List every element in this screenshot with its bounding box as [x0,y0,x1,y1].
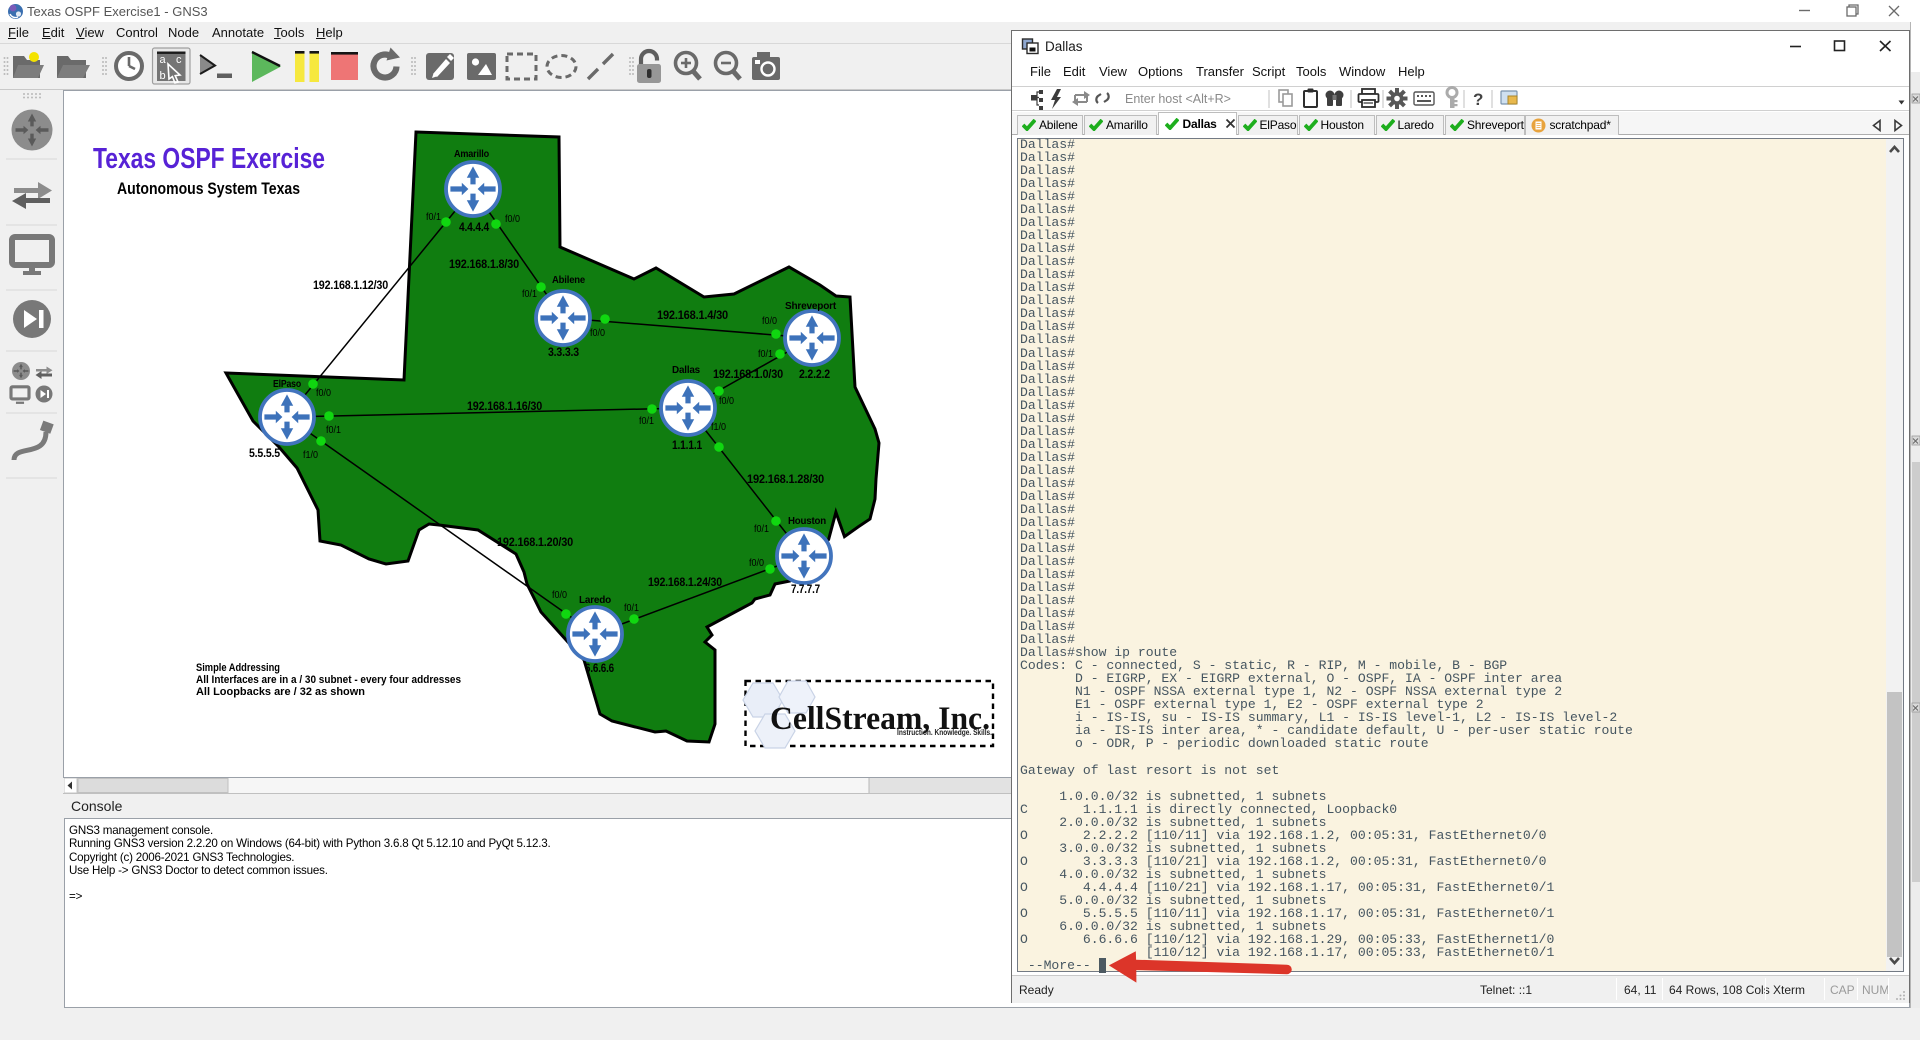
svg-text:b: b [160,70,166,82]
svg-text:a: a [160,54,167,66]
svg-text:f0/0: f0/0 [552,590,567,601]
svg-text:7.7.7.7: 7.7.7.7 [791,584,820,596]
svg-text:2.2.2.2: 2.2.2.2 [799,369,830,381]
svg-text:Shreveport: Shreveport [785,300,837,312]
svg-text:192.168.1.28/30: 192.168.1.28/30 [747,474,824,486]
svg-text:ElPaso: ElPaso [273,378,301,390]
svg-text:192.168.1.16/30: 192.168.1.16/30 [467,401,542,413]
svg-text:f0/0: f0/0 [719,396,734,407]
svg-text:192.168.1.24/30: 192.168.1.24/30 [648,577,722,589]
svg-text:Abilene: Abilene [552,274,585,286]
svg-text:Texas OSPF Exercise: Texas OSPF Exercise [93,143,325,175]
svg-text:192.168.1.20/30: 192.168.1.20/30 [497,537,573,549]
svg-text:f0/1: f0/1 [758,349,773,360]
svg-text:192.168.1.0/30: 192.168.1.0/30 [713,369,783,381]
svg-text:f0/0: f0/0 [590,328,605,339]
svg-text:1.1.1.1: 1.1.1.1 [672,440,703,452]
svg-text:?: ? [1473,90,1483,109]
svg-text:Amarillo: Amarillo [454,148,489,160]
svg-text:c: c [176,54,182,66]
svg-text:192.168.1.4/30: 192.168.1.4/30 [657,310,728,322]
svg-text:f0/1: f0/1 [754,524,769,535]
svg-text:6.6.6.6: 6.6.6.6 [585,663,614,675]
svg-text:Simple Addressing: Simple Addressing [196,662,280,674]
svg-text:f0/1: f0/1 [426,212,441,223]
svg-text:f1/0: f1/0 [711,422,726,433]
svg-text:f0/1: f0/1 [522,289,537,300]
svg-text:Laredo: Laredo [579,594,611,606]
svg-text:f0/0: f0/0 [762,316,777,327]
svg-text:Dallas: Dallas [1045,39,1083,54]
svg-text:Houston: Houston [788,515,826,527]
svg-text:f0/0: f0/0 [749,558,764,569]
svg-text:All Loopbacks are / 32 as show: All Loopbacks are / 32 as shown [196,686,365,698]
svg-text:f1/0: f1/0 [303,450,318,461]
svg-text:f0/0: f0/0 [505,214,520,225]
svg-text:f0/1: f0/1 [639,416,654,427]
svg-text:4.4.4.4: 4.4.4.4 [459,222,490,234]
svg-text:3.3.3.3: 3.3.3.3 [548,347,579,359]
svg-text:All Interfaces are in a / 30 s: All Interfaces are in a / 30 subnet - ev… [196,674,461,686]
svg-text:Instruction. Knowledge. Skil: Instruction. Knowledge. Skills. [897,728,992,737]
svg-text:5.5.5.5: 5.5.5.5 [249,448,281,460]
svg-text:f0/0: f0/0 [316,388,331,399]
svg-text:192.168.1.12/30: 192.168.1.12/30 [313,280,388,292]
svg-text:f0/1: f0/1 [326,425,341,436]
svg-text:Dallas: Dallas [672,364,700,376]
svg-text:Autonomous System Texas: Autonomous System Texas [117,179,300,198]
svg-text:f0/1: f0/1 [624,603,639,614]
svg-text:192.168.1.8/30: 192.168.1.8/30 [449,259,519,271]
